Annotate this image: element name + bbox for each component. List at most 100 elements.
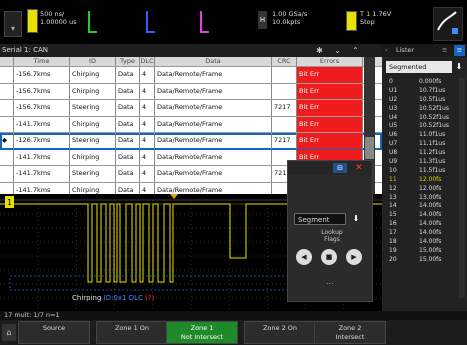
column-header[interactable]: DLC — [140, 57, 155, 66]
channel-3-indicator[interactable] — [146, 11, 155, 33]
segment-time: 15.00fs — [419, 246, 442, 254]
horizontal-badge[interactable]: H — [258, 11, 267, 29]
segment-list-item[interactable]: 15 14.00fs — [382, 211, 467, 220]
horizontal-readout[interactable]: 1.00 GSa/s 10.0kpts — [272, 10, 307, 26]
table-cell-id: Steering — [70, 100, 116, 116]
navigation-info-line-2: Flags — [324, 236, 340, 243]
trigger-channel-indicator[interactable] — [346, 11, 357, 31]
segment-list-item[interactable]: 19 15.00fs — [382, 247, 467, 256]
segment-time: 11.1f1us — [419, 140, 446, 148]
previous-icon[interactable]: ◀ — [296, 249, 312, 265]
logo-button[interactable] — [433, 7, 463, 41]
column-header[interactable]: Time — [14, 57, 70, 66]
segment-list[interactable]: 0 0.000fs U1 10.7f1us U2 10.5f1us U3 10.52f1us U… — [382, 78, 467, 265]
table-cell-marker — [0, 149, 14, 165]
segment-list-item[interactable]: 11 12.00fs — [382, 176, 467, 185]
stop-icon[interactable]: ■ — [321, 249, 337, 265]
segment-list-item[interactable]: U5 10.52f1us — [382, 122, 467, 131]
segment-list-item[interactable]: 18 14.00fs — [382, 238, 467, 247]
channel-1-indicator[interactable] — [27, 9, 38, 33]
table-cell-time: -141.7kms — [14, 149, 70, 165]
segment-index: U6 — [389, 131, 398, 139]
segment-index: 12 — [389, 184, 397, 192]
table-cell-time: -156.7kms — [14, 67, 70, 83]
segment-index: U2 — [389, 95, 398, 103]
navigation-mode-select[interactable]: Segment — [294, 213, 346, 225]
column-header[interactable]: Type — [116, 57, 140, 66]
segment-list-item[interactable]: 12 12.00fs — [382, 185, 467, 194]
softkey-3[interactable]: Zone 1 Not Intersect — [166, 321, 238, 344]
more-options[interactable]: ... — [326, 277, 334, 286]
column-header[interactable] — [0, 57, 14, 66]
settings-icon[interactable]: ✱ — [314, 45, 325, 56]
segment-index: U1 — [389, 86, 398, 94]
decode-error: (?) — [145, 294, 155, 302]
segment-list-item[interactable]: U7 11.1f1us — [382, 140, 467, 149]
segment-list-item[interactable]: U6 11.0f1us — [382, 131, 467, 140]
table-cell-type: Data — [116, 149, 140, 165]
segment-time: 14.00fs — [419, 220, 442, 228]
segment-list-item[interactable]: U3 10.52f1us — [382, 105, 467, 114]
chevron-down-icon[interactable]: ⌄ — [332, 45, 343, 56]
pin-icon[interactable]: ⊟ — [333, 163, 347, 173]
softkey-1[interactable]: Source — [18, 321, 90, 344]
table-cell-err: Bit Err — [297, 116, 363, 132]
segment-list-item[interactable]: 14 14.00fs — [382, 202, 467, 211]
segment-index: 20 — [389, 255, 397, 263]
segment-list-item[interactable]: 0 0.000fs — [382, 78, 467, 87]
dropdown-arrow-icon[interactable]: ⬇ — [454, 61, 464, 73]
segment-index: 10 — [389, 166, 397, 174]
main-menu-button[interactable]: ▾ — [4, 11, 22, 37]
segment-list-item[interactable]: U1 10.7f1us — [382, 87, 467, 96]
segment-list-item[interactable]: U9 11.3f1us — [382, 158, 467, 167]
menu-active-icon[interactable]: ≡ — [454, 45, 465, 56]
softkey-2[interactable]: Zone 1 On — [96, 321, 168, 344]
trigger-position-marker[interactable] — [170, 194, 178, 199]
scroll-thumb[interactable] — [365, 137, 374, 159]
segment-list-item[interactable]: U2 10.5f1us — [382, 96, 467, 105]
chevron-up-icon[interactable]: ⌃ — [350, 45, 361, 56]
segment-list-item[interactable]: U8 11.2f1us — [382, 149, 467, 158]
segment-list-scrollbar[interactable] — [459, 78, 465, 298]
collapse-icon[interactable]: › — [385, 44, 388, 57]
segment-mode-select[interactable]: Segmented — [386, 61, 452, 73]
table-cell-data: Data/Remote/Frame — [155, 133, 272, 149]
trigger-readout[interactable]: T 1 1.76V Stop — [360, 10, 391, 26]
close-icon[interactable]: ✕ — [352, 162, 366, 174]
column-header[interactable]: CRC — [272, 57, 297, 66]
next-icon[interactable]: ▶ — [346, 249, 362, 265]
home-icon[interactable]: ⌂ — [2, 324, 16, 341]
table-row[interactable]: -156.7kms Chirping Data 4 Data/Remote/Frame B… — [0, 83, 382, 100]
segment-list-item[interactable]: 17 14.00fs — [382, 229, 467, 238]
channel-4-indicator[interactable] — [200, 11, 209, 33]
softkey-5[interactable]: Zone 2 Intersect — [314, 321, 386, 344]
lister-side-panel: › Lister ≡ ≡ Segmented ⬇ 0 0.000fs U1 10.7f… — [382, 44, 467, 311]
segment-index: U7 — [389, 140, 398, 148]
table-cell-type: Data — [116, 116, 140, 132]
segment-time: 10.52f1us — [419, 104, 450, 112]
table-row[interactable]: -141.7kmsChirpingData4Data/Remote/Frame B… — [0, 116, 382, 133]
side-panel-title: Lister — [396, 46, 415, 54]
column-header[interactable]: ID — [70, 57, 116, 66]
dropdown-arrow-icon[interactable]: ⬇ — [350, 213, 362, 225]
menu-icon[interactable]: ≡ — [442, 44, 447, 57]
softkey-label: Zone 1 On — [114, 324, 150, 332]
segment-list-item[interactable]: U4 10.52f1us — [382, 114, 467, 123]
segment-time: 13.00fs — [419, 193, 442, 201]
segment-list-item[interactable]: 10 11.5f1us — [382, 167, 467, 176]
table-row[interactable]: ◆ -126.7kms Steering Data 4 Data/Remote/Frame… — [0, 133, 382, 150]
softkey-4[interactable]: Zone 2 On — [244, 321, 316, 344]
segment-list-item[interactable]: 13 13.00fs — [382, 194, 467, 203]
table-row[interactable]: -156.7kms Steering Data 4 Data/Remote/Frame 7… — [0, 100, 382, 117]
segment-list-item[interactable]: 16 14.00fs — [382, 220, 467, 229]
column-header[interactable]: Data — [155, 57, 272, 66]
navigation-title-bar[interactable]: ⊟ ✕ — [288, 161, 372, 175]
column-header[interactable]: Errors — [297, 57, 363, 66]
table-row[interactable]: -156.7kms Chirping Data 4 Data/Remote/Frame B… — [0, 67, 382, 84]
segment-list-item[interactable]: 20 15.00fs — [382, 256, 467, 265]
channel-2-indicator[interactable] — [88, 11, 97, 33]
keysight-logo-icon — [437, 11, 458, 34]
segment-index: 19 — [389, 246, 397, 254]
timebase-readout[interactable]: 500 ns/ 1.00000 us — [40, 10, 76, 26]
table-cell-id: Steering — [70, 133, 116, 149]
